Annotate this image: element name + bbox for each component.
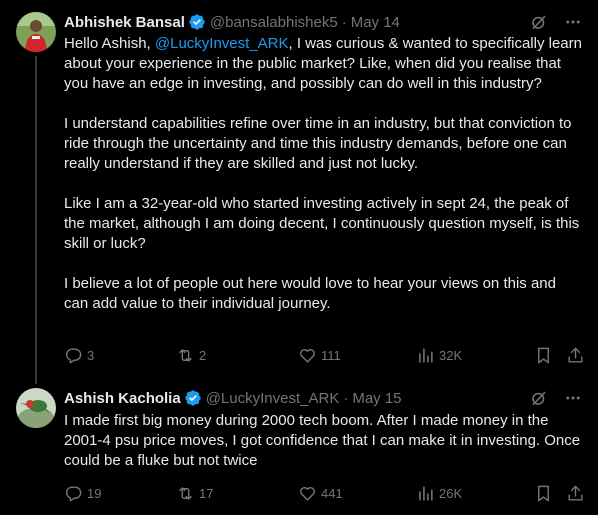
tweet-date[interactable]: May 14 (351, 14, 400, 31)
author-name[interactable]: Abhishek Bansal (64, 14, 185, 31)
heart-icon (298, 346, 317, 365)
bookmark-button[interactable] (534, 484, 553, 503)
more-options-icon[interactable] (564, 13, 582, 31)
separator-dot: · (341, 13, 347, 31)
bookmark-button[interactable] (534, 346, 553, 365)
views-count: 26K (439, 485, 463, 501)
share-button[interactable] (566, 484, 585, 503)
share-icon (566, 484, 585, 503)
retweet-count: 17 (199, 485, 214, 501)
header-icons (530, 388, 582, 408)
reply-count: 3 (87, 347, 95, 363)
retweet-button[interactable]: 2 (176, 346, 206, 365)
retweet-count: 2 (199, 347, 207, 363)
tweet-header: Ashish Kacholia @LuckyInvest_ARK · May 1… (64, 388, 402, 408)
reply-button[interactable]: 19 (64, 484, 101, 503)
tweet-body: I made first big money during 2000 tech … (64, 411, 584, 471)
author-name[interactable]: Ashish Kacholia (64, 390, 181, 407)
grok-icon[interactable] (530, 13, 548, 31)
tweet-paragraph: I believe a lot of people out here would… (64, 275, 556, 312)
heart-icon (298, 484, 317, 503)
views-chart-icon (416, 484, 435, 503)
views-chart-icon (416, 346, 435, 365)
views-button[interactable]: 26K (416, 484, 462, 503)
action-bar: 3 2 111 32K (64, 345, 585, 365)
tweet-paragraph: I understand capabilities refine over ti… (64, 115, 572, 172)
tweet-header: Abhishek Bansal @bansalabhishek5 · May 1… (64, 12, 400, 32)
avatar[interactable] (16, 388, 56, 428)
share-button[interactable] (566, 346, 585, 365)
author-handle[interactable]: @LuckyInvest_ARK (206, 390, 340, 407)
avatar[interactable] (16, 12, 56, 52)
reply-count: 19 (87, 485, 102, 501)
like-count: 441 (321, 485, 343, 501)
separator-dot: · (343, 389, 349, 407)
verified-badge-icon (188, 13, 206, 31)
tweet-abhishek[interactable]: Abhishek Bansal @bansalabhishek5 · May 1… (0, 0, 598, 384)
more-options-icon[interactable] (564, 389, 582, 407)
like-button[interactable]: 111 (298, 346, 341, 365)
tweet-date[interactable]: May 15 (352, 390, 401, 407)
reply-icon (64, 346, 83, 365)
views-count: 32K (439, 347, 463, 363)
like-button[interactable]: 441 (298, 484, 343, 503)
like-count: 111 (321, 347, 341, 363)
tweet-body: Hello Ashish, @LuckyInvest_ARK, I was cu… (64, 34, 584, 314)
tweet-paragraph: Like I am a 32-year-old who started inve… (64, 195, 580, 252)
tweet-paragraph: Hello Ashish, @LuckyInvest_ARK, I was cu… (64, 34, 584, 94)
action-bar: 19 17 441 26K (64, 483, 585, 503)
verified-badge-icon (184, 389, 202, 407)
tweet-paragraph: I made first big money during 2000 tech … (64, 412, 581, 469)
tweet-ashish[interactable]: Ashish Kacholia @LuckyInvest_ARK · May 1… (0, 384, 598, 515)
share-icon (566, 346, 585, 365)
retweet-icon (176, 484, 195, 503)
bookmark-icon (534, 346, 553, 365)
retweet-icon (176, 346, 195, 365)
retweet-button[interactable]: 17 (176, 484, 213, 503)
mention-link[interactable]: @LuckyInvest_ARK (155, 35, 289, 52)
views-button[interactable]: 32K (416, 346, 462, 365)
reply-icon (64, 484, 83, 503)
grok-icon[interactable] (530, 389, 548, 407)
author-handle[interactable]: @bansalabhishek5 (210, 14, 338, 31)
reply-button[interactable]: 3 (64, 346, 94, 365)
text-segment: Hello Ashish, (64, 35, 155, 52)
thread-line (35, 56, 37, 384)
header-icons (530, 12, 582, 32)
bookmark-icon (534, 484, 553, 503)
